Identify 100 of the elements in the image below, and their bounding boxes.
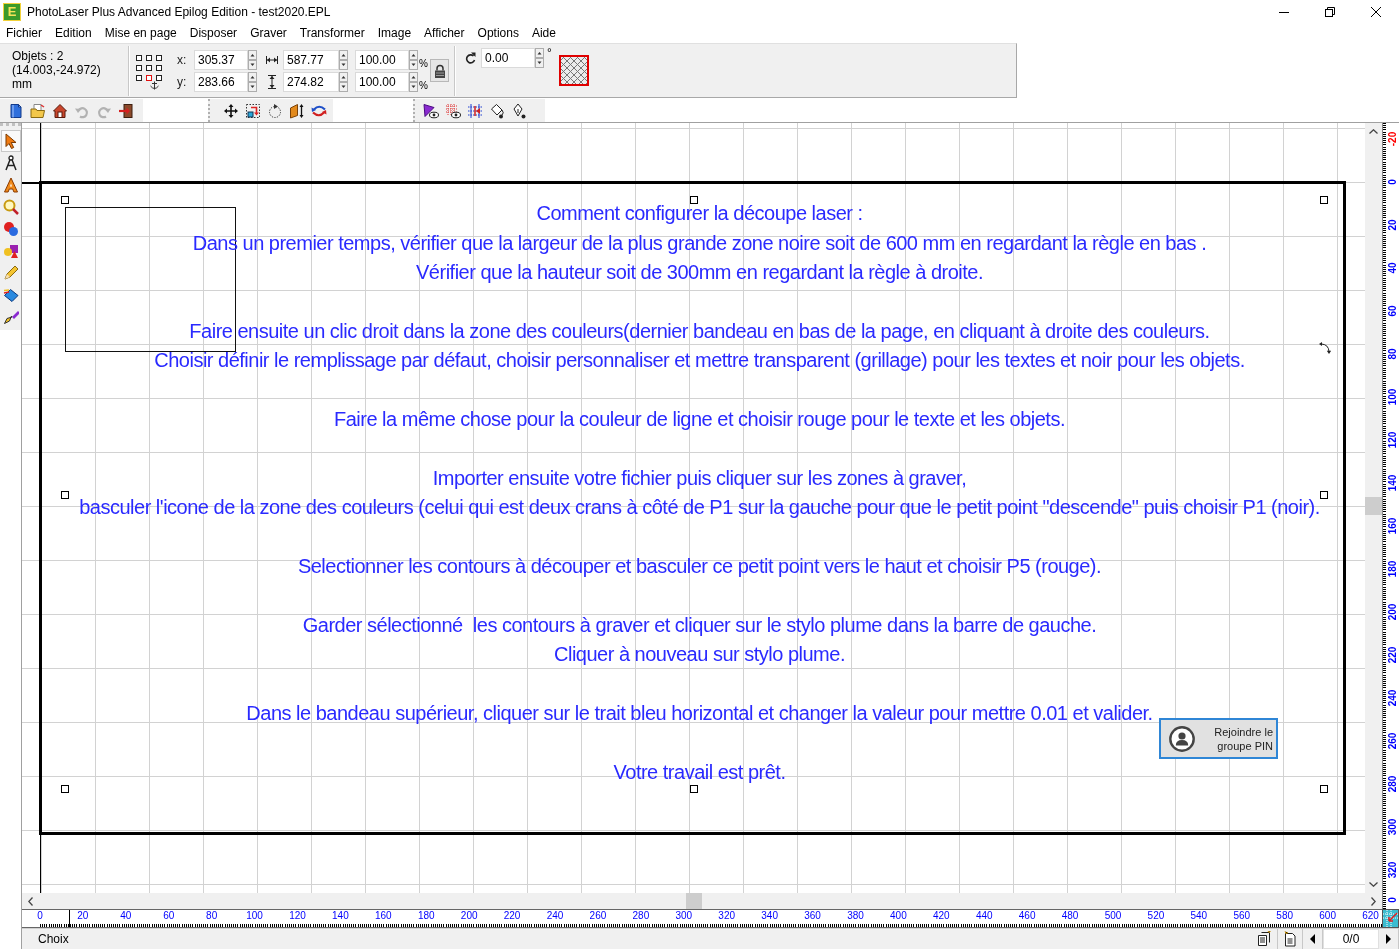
folder-icon: [30, 102, 46, 119]
y-label: y:: [177, 74, 188, 89]
anchor-point[interactable]: [146, 55, 152, 61]
rotate-icon: [465, 52, 476, 64]
object-info-text: (14.003,-24.972): [12, 63, 102, 77]
y-field[interactable]: 283.66: [194, 71, 248, 92]
join-group-button[interactable]: Rejoindre le groupe PIN: [1159, 718, 1278, 759]
menu-item[interactable]: Disposer: [183, 25, 244, 42]
ruler-label: 180: [417, 910, 435, 922]
rectangle-shape[interactable]: [65, 207, 236, 352]
horizontal-scrollbar[interactable]: [22, 893, 1382, 909]
scale-x-field[interactable]: 100.00: [355, 49, 409, 70]
pages-icon: [1257, 931, 1273, 947]
menu-item[interactable]: Fichier: [0, 25, 49, 42]
select-tool[interactable]: [0, 130, 21, 152]
anchor-point[interactable]: [156, 55, 162, 61]
ruler-label: 80: [206, 910, 218, 922]
rotation-field[interactable]: 0.00: [481, 48, 535, 68]
spinner[interactable]: [339, 71, 348, 92]
instruction-text[interactable]: Faire la même chose pour la couleur de ligne et choisir rouge pour le texte et les objets.: [334, 407, 1065, 431]
shapes-icon: [2, 243, 19, 259]
spinner[interactable]: [409, 49, 418, 70]
window-title: PhotoLaser Plus Advanced Epilog Edition - test2020.EPL: [27, 5, 331, 19]
width-field[interactable]: 587.77: [283, 49, 339, 70]
selection-handle[interactable]: [61, 196, 69, 204]
instruction-text[interactable]: Importer ensuite votre fichier puis cliquer sur les zones à graver,: [432, 466, 967, 490]
anchor-point[interactable]: [146, 65, 152, 71]
spinner[interactable]: [248, 49, 257, 70]
instruction-text[interactable]: Selectionner les contours à découper et basculer ce petit point vers le haut et choisir P5 (rouge).: [297, 554, 1102, 578]
ruler-label: 220: [503, 910, 521, 922]
menu-item[interactable]: Graver: [243, 25, 294, 42]
selection-handle[interactable]: [690, 785, 698, 793]
anchor-point[interactable]: [136, 75, 142, 81]
ruler-label: 200: [1388, 603, 1398, 620]
ruler-label: 600: [1319, 910, 1336, 922]
scale-y-field[interactable]: 100.00: [355, 71, 409, 92]
x-field[interactable]: 305.37: [194, 49, 248, 70]
ruler-label: 420: [932, 910, 950, 922]
ruler-corner-icon[interactable]: [1382, 909, 1399, 928]
instruction-text[interactable]: Choisir définir le remplissage par défaut, choisir personnaliser et mettre transparent (grillage) pour les textes et noir pour les objets.: [154, 349, 1245, 373]
selection-handle[interactable]: [1320, 196, 1328, 204]
slanted-plane-icon: [289, 102, 305, 119]
page-field[interactable]: 0/0: [1323, 929, 1379, 949]
spinner[interactable]: [248, 71, 257, 92]
ruler-label: 140: [332, 910, 349, 922]
fill-swatch[interactable]: [558, 55, 589, 86]
menu-item[interactable]: Edition: [48, 25, 99, 42]
instruction-text[interactable]: Comment configurer la découpe laser :: [536, 202, 863, 226]
selection-handle[interactable]: [61, 491, 69, 499]
anchor-point[interactable]: [156, 65, 162, 71]
anchor-point[interactable]: [136, 65, 142, 71]
selection-handle[interactable]: [1320, 785, 1328, 793]
spinner[interactable]: [339, 49, 348, 70]
fountain-pen-icon: [2, 309, 19, 325]
ruler-label: 240: [1388, 689, 1398, 706]
menu-item[interactable]: Afficher: [417, 25, 472, 42]
menu-item[interactable]: Transformer: [293, 25, 372, 42]
lock-icon: [433, 63, 446, 78]
selection-handle[interactable]: [61, 785, 69, 793]
menu-item[interactable]: Options: [471, 25, 526, 42]
ruler-label: 0: [1388, 178, 1398, 185]
scroll-thumb[interactable]: [686, 893, 702, 909]
ruler-label: 300: [675, 910, 693, 922]
instruction-text[interactable]: Votre travail est prêt.: [613, 760, 786, 784]
instruction-text[interactable]: Dans le bandeau supérieur, cliquer sur le trait bleu horizontal et changer la valeur pour mettre 0.01 et valider.: [246, 701, 1153, 725]
ruler-label: 320: [718, 910, 736, 922]
menu-item[interactable]: Aide: [525, 25, 563, 42]
instruction-text[interactable]: basculer l'icone de la zone des couleurs (celui qui est deux crans à côté de P1 sur la gauche pour que le petit point "descende" puis choisir P1 (noir).: [79, 496, 1320, 520]
status-text: Choix: [38, 932, 69, 946]
instruction-text[interactable]: Garder sélectionné les contours à graver et cliquer sur le stylo plume dans la barre de gauche.: [302, 613, 1097, 637]
anchor-point[interactable]: [156, 75, 162, 81]
scroll-thumb[interactable]: [1365, 497, 1382, 515]
ruler-label: 0: [37, 910, 43, 922]
ruler-label: 220: [1388, 646, 1398, 663]
menu-item[interactable]: Mise en page: [98, 25, 184, 42]
spinner[interactable]: [535, 48, 544, 68]
menu-item[interactable]: Image: [371, 25, 418, 42]
ruler-label: 320: [1388, 861, 1398, 878]
anchor-point[interactable]: [136, 55, 142, 61]
height-field[interactable]: 274.82: [283, 71, 339, 92]
selection-handle[interactable]: [690, 196, 698, 204]
ruler-label: 20: [1388, 218, 1398, 231]
rotate-handle-icon[interactable]: [1319, 342, 1331, 354]
instruction-text[interactable]: Cliquer à nouveau sur stylo plume.: [554, 643, 845, 667]
object-info-text: mm: [12, 77, 33, 91]
triangle-left-icon: [1310, 934, 1315, 944]
instruction-text[interactable]: Faire ensuite un clic droit dans la zone des couleurs(dernier bandeau en bas de la page, en cliquant à droite des couleurs.: [189, 319, 1210, 343]
percent-label: %: [419, 79, 429, 92]
lock-button[interactable]: [430, 59, 449, 82]
ruler-label: 160: [375, 910, 392, 922]
anchor-icon: [150, 81, 159, 90]
app-logo: E: [3, 3, 21, 21]
minimize-icon: [1279, 11, 1289, 13]
instruction-text[interactable]: Vérifier que la hauteur soit de 300mm en regardant la règle à droite.: [416, 260, 983, 284]
spinner[interactable]: [409, 71, 418, 92]
width-icon: [266, 54, 278, 65]
vertical-scrollbar[interactable]: [1365, 123, 1382, 893]
text-tool-icon: [2, 177, 19, 193]
ruler-label: 440: [975, 910, 993, 922]
selection-handle[interactable]: [1320, 491, 1328, 499]
